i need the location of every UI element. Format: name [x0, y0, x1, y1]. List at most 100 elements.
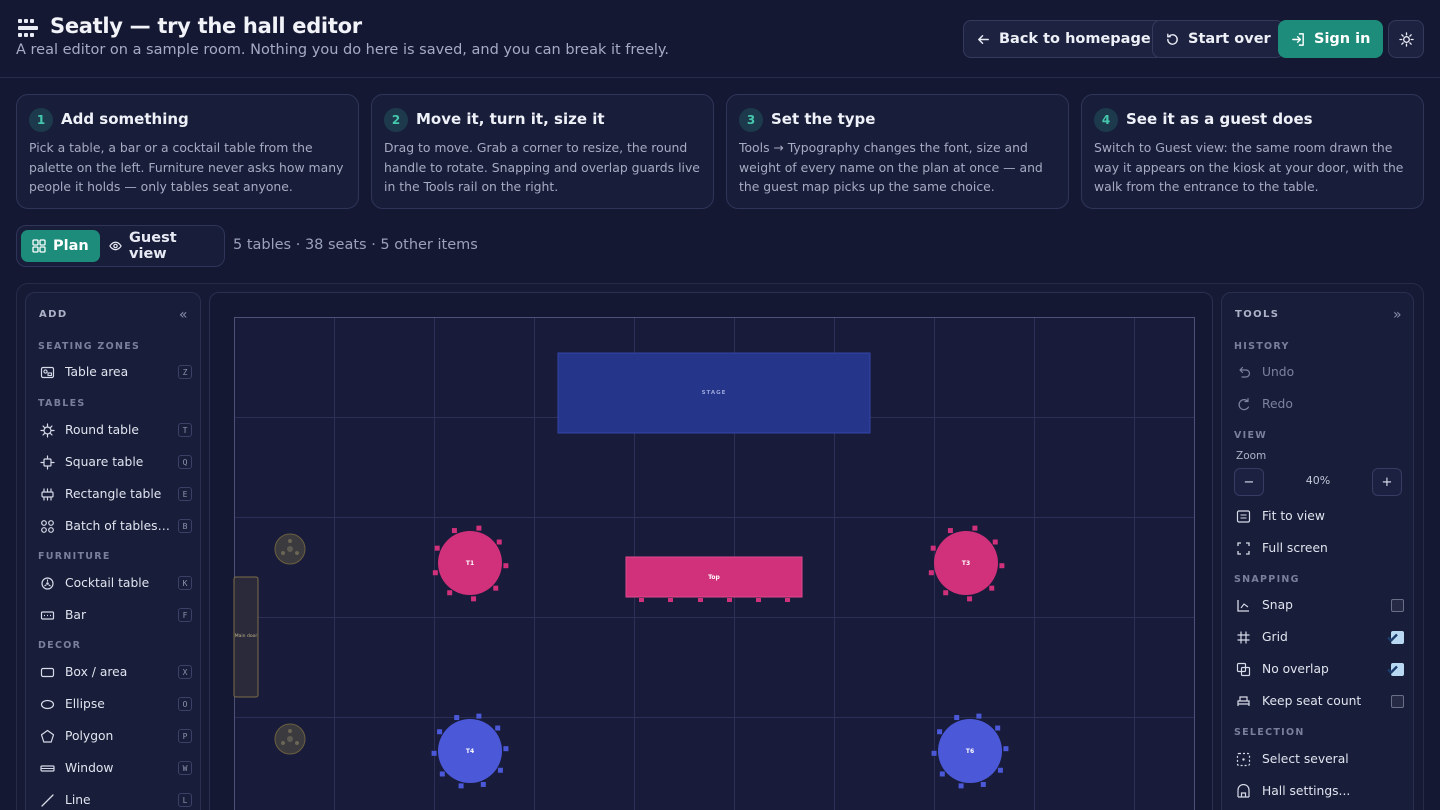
view-mode-toggle: Plan Guest view: [16, 225, 225, 267]
keep-seat-checkbox[interactable]: [1391, 694, 1404, 708]
select-several-button[interactable]: Select several: [1236, 747, 1404, 771]
chair: [972, 525, 978, 531]
chair: [447, 590, 453, 596]
redo-icon: [1238, 397, 1250, 410]
grid-toggle[interactable]: Grid: [1236, 625, 1404, 649]
collapse-add-panel-button[interactable]: «: [179, 307, 188, 323]
add-table-area[interactable]: Table area Z: [40, 360, 192, 384]
sign-in-button[interactable]: Sign in: [1278, 20, 1384, 58]
snap-icon: [1237, 599, 1249, 612]
no-overlap-label: No overlap: [1262, 662, 1329, 676]
step-title: See it as a guest does: [1126, 110, 1313, 128]
step-card-3: 3 Set the type Tools → Typography change…: [726, 94, 1069, 209]
zoom-label: Zoom: [1236, 450, 1267, 462]
chair: [1003, 746, 1009, 752]
step-body: Pick a table, a bar or a cocktail table …: [29, 140, 344, 194]
add-box-area[interactable]: Box / area X: [40, 660, 192, 684]
step-number: 2: [384, 108, 408, 132]
chair: [432, 570, 438, 576]
add-cocktail-table[interactable]: Cocktail table K: [40, 571, 192, 595]
collapse-tools-panel-button[interactable]: »: [1393, 307, 1402, 323]
cocktail-table[interactable]: [274, 533, 306, 565]
app-header: Seatly — try the hall editor A real edit…: [0, 0, 1440, 78]
shortcut-key: E: [178, 487, 192, 501]
chair: [476, 713, 482, 719]
tools-panel: TOOLS » HISTORY Undo Redo VIEW Zoom − 40…: [1221, 292, 1414, 810]
theme-toggle-button[interactable]: [1388, 20, 1424, 58]
chair: [928, 570, 934, 576]
section-label-furniture: FURNITURE: [38, 551, 111, 562]
batch-tables-icon: [41, 519, 54, 533]
grid-checkbox[interactable]: [1386, 630, 1404, 644]
start-over-button[interactable]: Start over: [1152, 20, 1284, 58]
chair: [480, 781, 486, 787]
fit-to-view-button[interactable]: Fit to view: [1236, 504, 1404, 528]
item-label: Ellipse: [65, 697, 105, 711]
zoom-in-button[interactable]: +: [1372, 468, 1402, 496]
no-overlap-checkbox[interactable]: [1386, 662, 1404, 676]
add-line[interactable]: Line L: [40, 788, 192, 810]
box-icon: [40, 667, 55, 677]
add-batch-of-tables[interactable]: Batch of tables… B: [40, 514, 192, 538]
chair: [967, 596, 973, 602]
plan-canvas[interactable]: STAGE Top Main door T1 T3 T4 T6: [209, 292, 1213, 810]
step-number: 3: [739, 108, 763, 132]
undo-label: Undo: [1262, 365, 1295, 379]
chair: [976, 713, 982, 719]
hall-settings-button[interactable]: Hall settings...: [1236, 779, 1404, 803]
section-label-decor: DECOR: [38, 640, 82, 651]
chair: [937, 729, 943, 735]
chair: [939, 771, 945, 777]
back-to-homepage-button[interactable]: Back to homepage: [963, 20, 1164, 58]
chair: [999, 563, 1005, 569]
checkmark-icon: [1386, 633, 1398, 642]
plan-stats: 5 tables · 38 seats · 5 other items: [233, 237, 478, 253]
table-label-t6: T6: [965, 748, 975, 755]
ellipse-icon: [40, 699, 55, 709]
plan-mode-button[interactable]: Plan: [21, 230, 100, 262]
no-overlap-toggle[interactable]: No overlap: [1236, 657, 1404, 681]
shortcut-key: O: [178, 697, 192, 711]
add-ellipse[interactable]: Ellipse O: [40, 692, 192, 716]
sign-in-label: Sign in: [1314, 31, 1371, 47]
chair: [995, 725, 1001, 731]
shortcut-key: F: [178, 608, 192, 622]
chair: [437, 729, 443, 735]
zoom-out-button[interactable]: −: [1234, 468, 1264, 496]
chair: [958, 783, 964, 789]
table-label-t1: T1: [465, 560, 475, 567]
full-screen-button[interactable]: Full screen: [1236, 536, 1404, 560]
cocktail-table[interactable]: [274, 723, 306, 755]
keep-seat-count-toggle[interactable]: Keep seat count: [1236, 689, 1404, 713]
fit-label: Fit to view: [1262, 509, 1325, 523]
chair: [454, 715, 460, 721]
step-title: Set the type: [771, 110, 876, 128]
add-round-table[interactable]: Round table T: [40, 418, 192, 442]
add-window[interactable]: Window W: [40, 756, 192, 780]
guest-view-button[interactable]: Guest view: [98, 230, 224, 262]
item-label: Rectangle table: [65, 487, 162, 501]
step-number: 1: [29, 108, 53, 132]
step-title: Move it, turn it, size it: [416, 110, 605, 128]
snap-toggle[interactable]: Snap: [1236, 593, 1404, 617]
table-label-t4: T4: [465, 748, 475, 755]
shortcut-key: K: [178, 576, 192, 590]
back-label: Back to homepage: [999, 31, 1151, 47]
add-polygon[interactable]: Polygon P: [40, 724, 192, 748]
add-square-table[interactable]: Square table Q: [40, 450, 192, 474]
rectangle-table-icon: [41, 487, 54, 501]
add-bar[interactable]: Bar F: [40, 603, 192, 627]
undo-button[interactable]: Undo: [1236, 360, 1404, 384]
step-body: Drag to move. Grab a corner to resize, t…: [384, 140, 700, 194]
add-panel: ADD « SEATING ZONES Table area Z TABLES …: [25, 292, 201, 810]
item-label: Round table: [65, 423, 139, 437]
chair: [503, 746, 509, 752]
add-rectangle-table[interactable]: Rectangle table E: [40, 482, 192, 506]
redo-label: Redo: [1262, 397, 1293, 411]
marquee-select-icon: [1236, 752, 1251, 766]
add-panel-title: ADD: [39, 309, 68, 320]
snap-checkbox[interactable]: [1391, 598, 1404, 612]
item-label: Box / area: [65, 665, 128, 679]
redo-button[interactable]: Redo: [1236, 392, 1404, 416]
fit-view-icon: [1236, 509, 1251, 523]
